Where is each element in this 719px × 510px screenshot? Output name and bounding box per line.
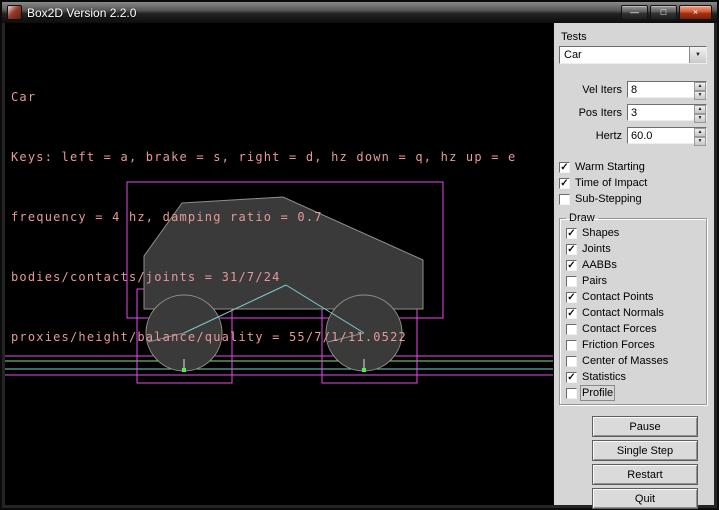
checkbox-row[interactable]: Profile <box>566 385 702 401</box>
checkbox-label: AABBs <box>582 259 617 271</box>
checkbox[interactable]: ✓ <box>559 162 570 173</box>
spinner: ▲ ▼ <box>694 82 706 97</box>
checkbox-row[interactable]: ✓ Contact Points <box>566 289 702 305</box>
action-buttons: Pause Single Step Restart Quit <box>559 416 707 509</box>
checkbox[interactable] <box>559 194 570 205</box>
checkbox-label: Sub-Stepping <box>575 193 642 205</box>
field-label: Vel Iters <box>582 84 622 96</box>
panel-button[interactable]: Single Step <box>592 440 698 461</box>
checkbox[interactable]: ✓ <box>566 308 577 319</box>
stats-overlay: Car Keys: left = a, brake = s, right = d… <box>11 30 516 375</box>
checkbox[interactable] <box>566 276 577 287</box>
app-icon <box>7 5 22 20</box>
spinner: ▲ ▼ <box>694 105 706 120</box>
minimize-icon: — <box>630 7 639 17</box>
chevron-down-icon[interactable]: ▼ <box>689 47 706 63</box>
checkbox-label: Joints <box>582 243 611 255</box>
window-frame: Car Keys: left = a, brake = s, right = d… <box>2 23 717 508</box>
checkbox-row[interactable]: Pairs <box>566 273 702 289</box>
checkbox-row[interactable]: ✓ Statistics <box>566 369 702 385</box>
number-input[interactable]: 3 ▲ ▼ <box>627 104 707 121</box>
window-title: Box2D Version 2.2.0 <box>27 6 616 20</box>
checkbox[interactable] <box>566 340 577 351</box>
number-input[interactable]: 8 ▲ ▼ <box>627 81 707 98</box>
checkbox-label: Shapes <box>582 227 619 239</box>
overlay-line: Car <box>11 90 516 105</box>
checkbox-row[interactable]: Friction Forces <box>566 337 702 353</box>
checkbox-label: Pairs <box>582 275 607 287</box>
checkbox[interactable]: ✓ <box>566 372 577 383</box>
sim-checkboxes: ✓ Warm Starting ✓ Time of Impact Sub-Ste… <box>559 159 707 207</box>
field-label: Pos Iters <box>579 107 622 119</box>
field-label: Hertz <box>596 130 622 142</box>
checkbox[interactable]: ✓ <box>566 292 577 303</box>
spinner: ▲ ▼ <box>694 128 706 143</box>
title-bar[interactable]: Box2D Version 2.2.0 — □ × <box>2 2 717 23</box>
window-controls: — □ × <box>621 5 712 20</box>
checkbox-row[interactable]: ✓ Time of Impact <box>559 175 707 191</box>
checkbox-row[interactable]: Contact Forces <box>566 321 702 337</box>
test-select[interactable]: Car ▼ <box>559 46 707 64</box>
draw-group-label: Draw <box>566 212 598 224</box>
checkbox-row[interactable]: Sub-Stepping <box>559 191 707 207</box>
number-input-value: 8 <box>628 82 694 97</box>
checkbox-row[interactable]: ✓ Contact Normals <box>566 305 702 321</box>
overlay-line: Keys: left = a, brake = s, right = d, hz… <box>11 150 516 165</box>
tests-label: Tests <box>561 31 707 43</box>
close-button[interactable]: × <box>679 5 712 20</box>
checkbox-row[interactable]: ✓ Warm Starting <box>559 159 707 175</box>
checkbox[interactable]: ✓ <box>566 228 577 239</box>
spinner-up-icon[interactable]: ▲ <box>694 82 706 91</box>
checkbox-label: Contact Normals <box>582 307 664 319</box>
panel-button[interactable]: Quit <box>592 488 698 509</box>
field-row: Pos Iters 3 ▲ ▼ <box>559 104 707 121</box>
minimize-button[interactable]: — <box>621 5 648 20</box>
checkbox-label: Center of Masses <box>582 355 668 367</box>
test-select-value: Car <box>560 47 689 63</box>
simulation-canvas[interactable]: Car Keys: left = a, brake = s, right = d… <box>5 23 553 505</box>
checkbox-label: Contact Points <box>582 291 654 303</box>
checkbox-label: Friction Forces <box>582 339 655 351</box>
panel-button[interactable]: Pause <box>592 416 698 437</box>
panel-button[interactable]: Restart <box>592 464 698 485</box>
overlay-line: frequency = 4 hz, damping ratio = 0.7 <box>11 210 516 225</box>
field-row: Vel Iters 8 ▲ ▼ <box>559 81 707 98</box>
draw-checkboxes: ✓ Shapes ✓ Joints ✓ AABBs <box>566 225 702 401</box>
checkbox[interactable]: ✓ <box>566 260 577 271</box>
field-row: Hertz 60.0 ▲ ▼ <box>559 127 707 144</box>
iteration-fields: Vel Iters 8 ▲ ▼ Pos Iters 3 <box>559 81 707 150</box>
number-input[interactable]: 60.0 ▲ ▼ <box>627 127 707 144</box>
checkbox-label: Profile <box>582 387 613 399</box>
checkbox-label: Warm Starting <box>575 161 645 173</box>
overlay-line: bodies/contacts/joints = 31/7/24 <box>11 270 516 285</box>
number-input-value: 3 <box>628 105 694 120</box>
checkbox-label: Time of Impact <box>575 177 647 189</box>
checkbox-row[interactable]: Center of Masses <box>566 353 702 369</box>
maximize-button[interactable]: □ <box>650 5 677 20</box>
checkbox-row[interactable]: ✓ AABBs <box>566 257 702 273</box>
checkbox-label: Contact Forces <box>582 323 657 335</box>
draw-group: Draw ✓ Shapes ✓ Joints <box>559 212 707 405</box>
checkbox-row[interactable]: ✓ Shapes <box>566 225 702 241</box>
checkbox[interactable] <box>566 324 577 335</box>
checkbox[interactable] <box>566 356 577 367</box>
checkbox-label: Statistics <box>582 371 626 383</box>
checkbox-row[interactable]: ✓ Joints <box>566 241 702 257</box>
spinner-down-icon[interactable]: ▼ <box>694 137 706 146</box>
app-window: Box2D Version 2.2.0 — □ × <box>0 0 719 510</box>
spinner-down-icon[interactable]: ▼ <box>694 91 706 100</box>
maximize-icon: □ <box>661 7 666 17</box>
checkbox[interactable] <box>566 388 577 399</box>
overlay-line: proxies/height/balance/quality = 55/7/1/… <box>11 330 516 345</box>
spinner-up-icon[interactable]: ▲ <box>694 128 706 137</box>
checkbox[interactable]: ✓ <box>559 178 570 189</box>
number-input-value: 60.0 <box>628 128 694 143</box>
spinner-up-icon[interactable]: ▲ <box>694 105 706 114</box>
checkbox[interactable]: ✓ <box>566 244 577 255</box>
control-panel: Tests Car ▼ Vel Iters 8 ▲ ▼ <box>553 23 714 505</box>
spinner-down-icon[interactable]: ▼ <box>694 114 706 123</box>
close-icon: × <box>693 7 698 17</box>
